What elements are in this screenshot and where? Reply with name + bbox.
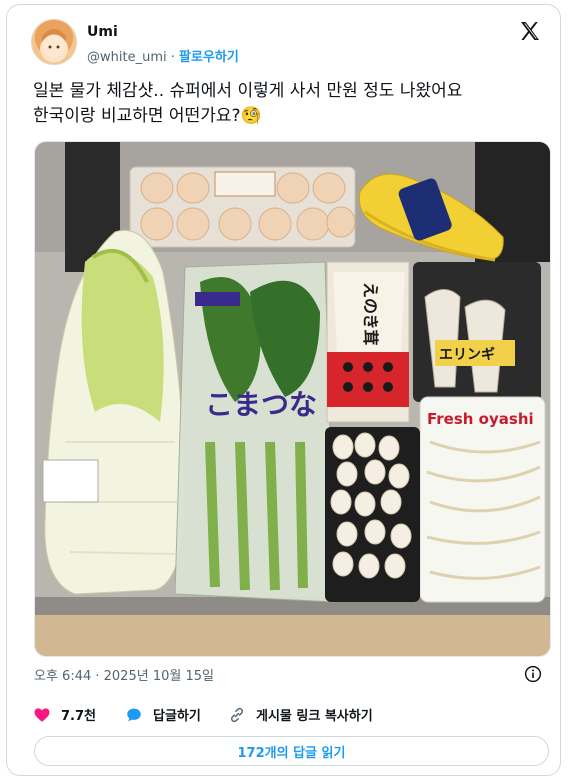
heart-icon — [34, 707, 50, 722]
moyashi-bag: Fresh oyashi — [419, 396, 546, 603]
author-name[interactable]: Umi — [87, 24, 118, 40]
link-icon — [230, 707, 244, 722]
eringi-tray: エリンギ — [413, 262, 541, 402]
separator: · — [170, 50, 175, 65]
info-icon[interactable] — [524, 665, 542, 683]
tweet-timestamp[interactable]: 오후 6:44 · 2025년 10월 15일 — [34, 665, 214, 684]
enoki-label: えのき茸 — [361, 282, 380, 346]
copy-link-label: 게시물 링크 복사하기 — [256, 709, 373, 724]
reply-label: 답글하기 — [153, 709, 201, 724]
tweet-text: 일본 물가 체감샷.. 슈퍼에서 이렇게 사서 만원 정도 나왔어요 한국이랑 … — [33, 79, 543, 129]
x-logo-icon[interactable] — [518, 19, 542, 43]
tweet-text-line2: 한국이랑 비교하면 어떤가요?🧐 — [33, 106, 262, 126]
enoki-pack: えのき茸 — [326, 261, 410, 423]
eringi-label: エリンギ — [439, 346, 495, 363]
like-button[interactable]: 7.7천 — [33, 705, 96, 724]
komatsuna-label: こまつな — [205, 388, 317, 421]
moyashi-label: Fresh oyashi — [427, 410, 534, 428]
avatar[interactable] — [31, 19, 77, 65]
reply-button[interactable]: 답글하기 — [125, 705, 201, 724]
copy-link-button[interactable]: 게시물 링크 복사하기 — [228, 705, 373, 724]
reply-bubble-icon — [127, 708, 141, 721]
garlic-tray — [325, 427, 420, 602]
author-handle[interactable]: @white_umi — [87, 50, 167, 65]
tweet-card: Umi @white_umi · 팔로우하기 일본 물가 체감샷.. 슈퍼에서 … — [6, 4, 561, 776]
author-handle-row: @white_umi · 팔로우하기 — [87, 46, 239, 65]
read-replies-button[interactable]: 172개의 답글 읽기 — [34, 736, 549, 766]
like-count: 7.7천 — [61, 709, 96, 724]
egg-carton — [129, 166, 356, 248]
follow-button[interactable]: 팔로우하기 — [179, 50, 239, 65]
tweet-text-line1: 일본 물가 체감샷.. 슈퍼에서 이렇게 사서 만원 정도 나왔어요 — [33, 81, 463, 101]
tweet-photo[interactable]: こまつな えのき茸 エリンギ Fresh oyashi — [34, 141, 551, 657]
komatsuna-bag: こまつな — [174, 261, 336, 603]
